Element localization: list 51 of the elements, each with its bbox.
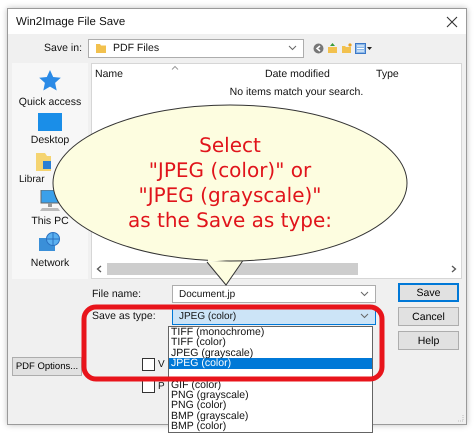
dialog-button[interactable]: Cancel	[398, 307, 459, 326]
dialog-button[interactable]: Save	[398, 283, 459, 302]
place-item[interactable]: Desktop	[30, 134, 70, 146]
place-item[interactable]: This PC	[31, 215, 69, 227]
folder-icon	[36, 151, 51, 171]
dropdown-option[interactable]: JPEG (color)	[169, 358, 372, 369]
dropdown-option[interactable]: PNG (grayscale)	[169, 390, 372, 400]
resize-grip-icon[interactable]	[456, 414, 464, 422]
chevron-icon	[360, 291, 369, 297]
chevron-icon	[288, 45, 297, 51]
back-icon[interactable]	[313, 42, 324, 54]
place-item[interactable]: Network	[30, 257, 70, 269]
save-as-type-label: Save as type:	[91, 310, 157, 322]
window-title: Win2Image File Save	[16, 16, 126, 28]
scrollbar-thumb[interactable]	[107, 263, 358, 275]
network-icon	[38, 232, 62, 254]
callout-text: "JPEG (color)" or	[148, 158, 312, 183]
file-name-field[interactable]: Document.jp	[172, 285, 376, 303]
dropdown-option[interactable]: PNG (color)	[169, 400, 372, 411]
dialog-button[interactable]: Help	[398, 331, 459, 350]
column-header[interactable]: Name	[95, 68, 124, 80]
callout-text: Select	[199, 133, 261, 158]
folder-icon	[95, 42, 107, 54]
dropdown-option[interactable]: JPEG (grayscale)	[169, 348, 372, 358]
checkbox-label: V	[158, 359, 165, 370]
file-name-label: File name:	[91, 288, 142, 300]
pdf-options-button[interactable]: PDF Options...	[12, 357, 82, 376]
scroll-right-icon[interactable]	[451, 265, 457, 273]
up-folder-icon[interactable]	[327, 42, 338, 54]
dropdown-option[interactable]: BMP (grayscale)	[169, 410, 372, 422]
star-icon	[38, 69, 62, 93]
place-item[interactable]: Quick access	[18, 96, 82, 108]
desktop-icon	[38, 113, 62, 131]
callout-text: as the Save as type:	[128, 208, 332, 233]
chevron-icon	[360, 313, 369, 319]
save-in-label: Save in:	[43, 42, 82, 54]
column-header[interactable]: Type	[376, 68, 399, 80]
checkbox-label: P	[158, 381, 165, 392]
empty-message: No items match your search.	[228, 86, 364, 98]
dropdown-option[interactable]: BMP (color)	[169, 421, 372, 432]
save-in-dropdown[interactable]: PDF Files	[88, 38, 304, 58]
checkbox[interactable]	[142, 358, 155, 371]
place-item[interactable]: Librar	[19, 174, 45, 185]
callout-text: "JPEG (grayscale)"	[138, 183, 322, 208]
column-header[interactable]: Date modified	[265, 68, 330, 80]
dropdown-option[interactable]: TIFF (color)	[169, 337, 372, 348]
scroll-left-icon[interactable]	[96, 265, 102, 273]
dropdown-option[interactable]: TIFF (monochrome)	[169, 327, 372, 338]
view-menu-icon[interactable]	[355, 42, 372, 54]
close-icon[interactable]	[446, 16, 458, 28]
sort-caret-icon	[171, 65, 179, 70]
